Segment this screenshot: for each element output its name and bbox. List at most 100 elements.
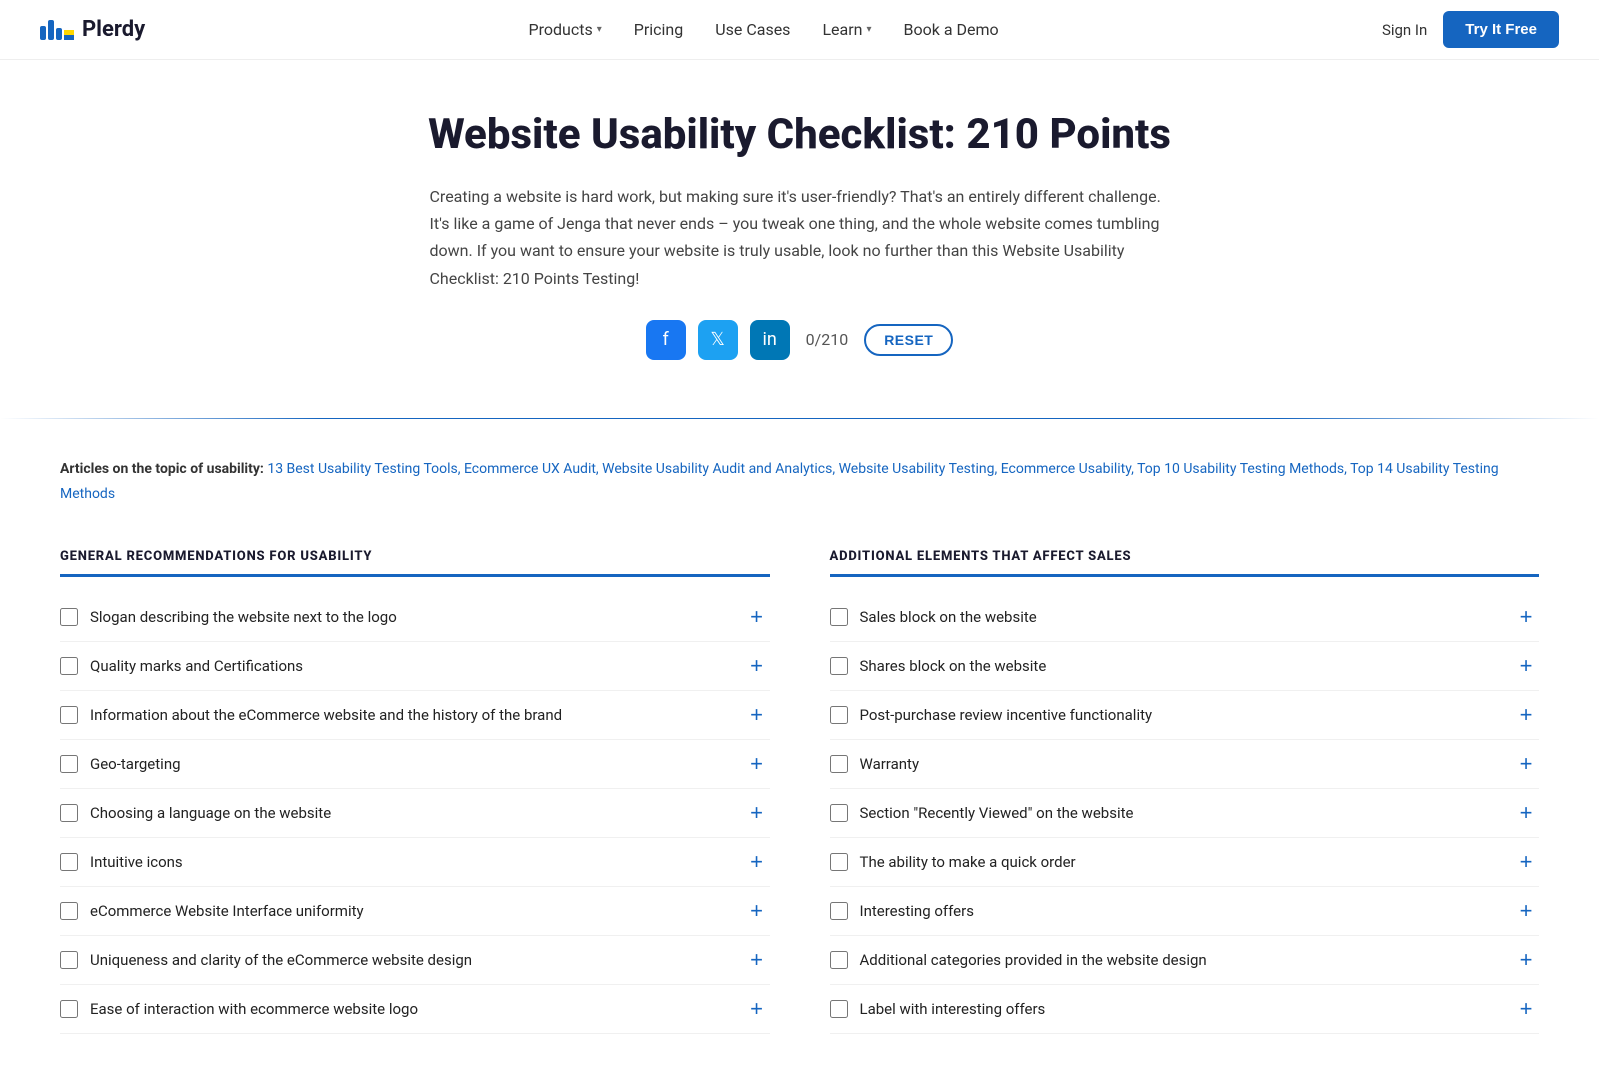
left-item-8: Uniqueness and clarity of the eCommerce …: [60, 936, 770, 985]
checkbox-right-5[interactable]: [830, 804, 848, 822]
flag-icon: [64, 30, 74, 40]
article-links: 13 Best Usability Testing Tools, Ecommer…: [60, 461, 1499, 502]
label-right-1: Sales block on the website: [860, 608, 1037, 626]
checkbox-left-8[interactable]: [60, 951, 78, 969]
expand-left-6[interactable]: +: [744, 849, 770, 875]
expand-left-4[interactable]: +: [744, 751, 770, 777]
checkbox-left-3[interactable]: [60, 706, 78, 724]
checkbox-left-1[interactable]: [60, 608, 78, 626]
bar1: [40, 26, 46, 40]
nav-products[interactable]: Products ▾: [529, 20, 602, 39]
expand-right-3[interactable]: +: [1513, 702, 1539, 728]
label-left-2: Quality marks and Certifications: [90, 657, 303, 675]
nav-book-demo[interactable]: Book a Demo: [904, 20, 999, 39]
expand-left-5[interactable]: +: [744, 800, 770, 826]
checkbox-right-1[interactable]: [830, 608, 848, 626]
right-item-9: Label with interesting offers +: [830, 985, 1540, 1034]
checkbox-left-9[interactable]: [60, 1000, 78, 1018]
article-link-6[interactable]: Top 10 Usability Testing Methods,: [1137, 461, 1347, 477]
left-item-3: Information about the eCommerce website …: [60, 691, 770, 740]
expand-right-6[interactable]: +: [1513, 849, 1539, 875]
right-item-4: Warranty +: [830, 740, 1540, 789]
expand-right-5[interactable]: +: [1513, 800, 1539, 826]
hero-description: Creating a website is hard work, but mak…: [430, 183, 1170, 292]
article-link-1[interactable]: 13 Best Usability Testing Tools,: [267, 461, 460, 477]
expand-right-8[interactable]: +: [1513, 947, 1539, 973]
label-right-8: Additional categories provided in the we…: [860, 951, 1207, 969]
right-item-5: Section "Recently Viewed" on the website…: [830, 789, 1540, 838]
label-left-8: Uniqueness and clarity of the eCommerce …: [90, 951, 472, 969]
facebook-share-button[interactable]: f: [646, 320, 686, 360]
checkbox-right-9[interactable]: [830, 1000, 848, 1018]
expand-right-7[interactable]: +: [1513, 898, 1539, 924]
sign-in-link[interactable]: Sign In: [1382, 21, 1427, 39]
nav-use-cases[interactable]: Use Cases: [715, 20, 790, 39]
label-right-9: Label with interesting offers: [860, 1000, 1046, 1018]
article-link-2[interactable]: Ecommerce UX Audit,: [464, 461, 599, 477]
label-left-1: Slogan describing the website next to th…: [90, 608, 397, 626]
checkbox-left-5[interactable]: [60, 804, 78, 822]
products-chevron-icon: ▾: [597, 24, 602, 35]
right-item-6: The ability to make a quick order +: [830, 838, 1540, 887]
checkbox-left-6[interactable]: [60, 853, 78, 871]
checkbox-right-6[interactable]: [830, 853, 848, 871]
nav-learn[interactable]: Learn ▾: [822, 20, 871, 39]
bar3: [56, 28, 62, 40]
checkbox-right-2[interactable]: [830, 657, 848, 675]
linkedin-share-button[interactable]: in: [750, 320, 790, 360]
checkbox-left-2[interactable]: [60, 657, 78, 675]
left-column: GENERAL RECOMMENDATIONS FOR USABILITY Sl…: [60, 549, 770, 1034]
expand-right-4[interactable]: +: [1513, 751, 1539, 777]
twitter-share-button[interactable]: 𝕏: [698, 320, 738, 360]
expand-left-1[interactable]: +: [744, 604, 770, 630]
expand-right-9[interactable]: +: [1513, 996, 1539, 1022]
left-item-4: Geo-targeting +: [60, 740, 770, 789]
expand-left-8[interactable]: +: [744, 947, 770, 973]
logo[interactable]: Plerdy: [40, 17, 145, 42]
article-link-3[interactable]: Website Usability Audit and Analytics,: [602, 461, 835, 477]
right-item-1: Sales block on the website +: [830, 593, 1540, 642]
bar2: [48, 20, 54, 40]
expand-left-9[interactable]: +: [744, 996, 770, 1022]
twitter-icon: 𝕏: [710, 329, 725, 350]
reset-button[interactable]: RESET: [864, 324, 953, 356]
left-item-2: Quality marks and Certifications +: [60, 642, 770, 691]
try-free-button[interactable]: Try It Free: [1443, 11, 1559, 48]
left-col-title: GENERAL RECOMMENDATIONS FOR USABILITY: [60, 549, 770, 577]
label-left-4: Geo-targeting: [90, 755, 181, 773]
right-col-title: ADDITIONAL ELEMENTS THAT AFFECT SALES: [830, 549, 1540, 577]
right-item-8: Additional categories provided in the we…: [830, 936, 1540, 985]
section-divider: [0, 418, 1599, 419]
checklist-counter: 0/210: [806, 330, 849, 349]
checkbox-right-3[interactable]: [830, 706, 848, 724]
right-item-3: Post-purchase review incentive functiona…: [830, 691, 1540, 740]
expand-right-1[interactable]: +: [1513, 604, 1539, 630]
label-right-3: Post-purchase review incentive functiona…: [860, 706, 1153, 724]
nav-links: Products ▾ Pricing Use Cases Learn ▾ Boo…: [529, 20, 999, 39]
label-left-5: Choosing a language on the website: [90, 804, 331, 822]
label-left-9: Ease of interaction with ecommerce websi…: [90, 1000, 418, 1018]
expand-left-7[interactable]: +: [744, 898, 770, 924]
left-item-6: Intuitive icons +: [60, 838, 770, 887]
checkbox-right-7[interactable]: [830, 902, 848, 920]
articles-prefix: Articles on the topic of usability:: [60, 461, 264, 477]
nav-pricing[interactable]: Pricing: [634, 20, 684, 39]
checkbox-left-7[interactable]: [60, 902, 78, 920]
article-link-4[interactable]: Website Usability Testing,: [839, 461, 998, 477]
checkbox-right-8[interactable]: [830, 951, 848, 969]
expand-left-3[interactable]: +: [744, 702, 770, 728]
label-left-7: eCommerce Website Interface uniformity: [90, 902, 364, 920]
checkbox-right-4[interactable]: [830, 755, 848, 773]
navbar: Plerdy Products ▾ Pricing Use Cases Lear…: [0, 0, 1599, 60]
label-right-7: Interesting offers: [860, 902, 974, 920]
label-left-3: Information about the eCommerce website …: [90, 706, 562, 724]
checklist-grid: GENERAL RECOMMENDATIONS FOR USABILITY Sl…: [0, 525, 1599, 1074]
right-item-2: Shares block on the website +: [830, 642, 1540, 691]
facebook-icon: f: [662, 329, 668, 350]
label-right-2: Shares block on the website: [860, 657, 1047, 675]
article-link-5[interactable]: Ecommerce Usability,: [1001, 461, 1134, 477]
articles-row: Articles on the topic of usability: 13 B…: [0, 439, 1599, 525]
expand-right-2[interactable]: +: [1513, 653, 1539, 679]
expand-left-2[interactable]: +: [744, 653, 770, 679]
checkbox-left-4[interactable]: [60, 755, 78, 773]
